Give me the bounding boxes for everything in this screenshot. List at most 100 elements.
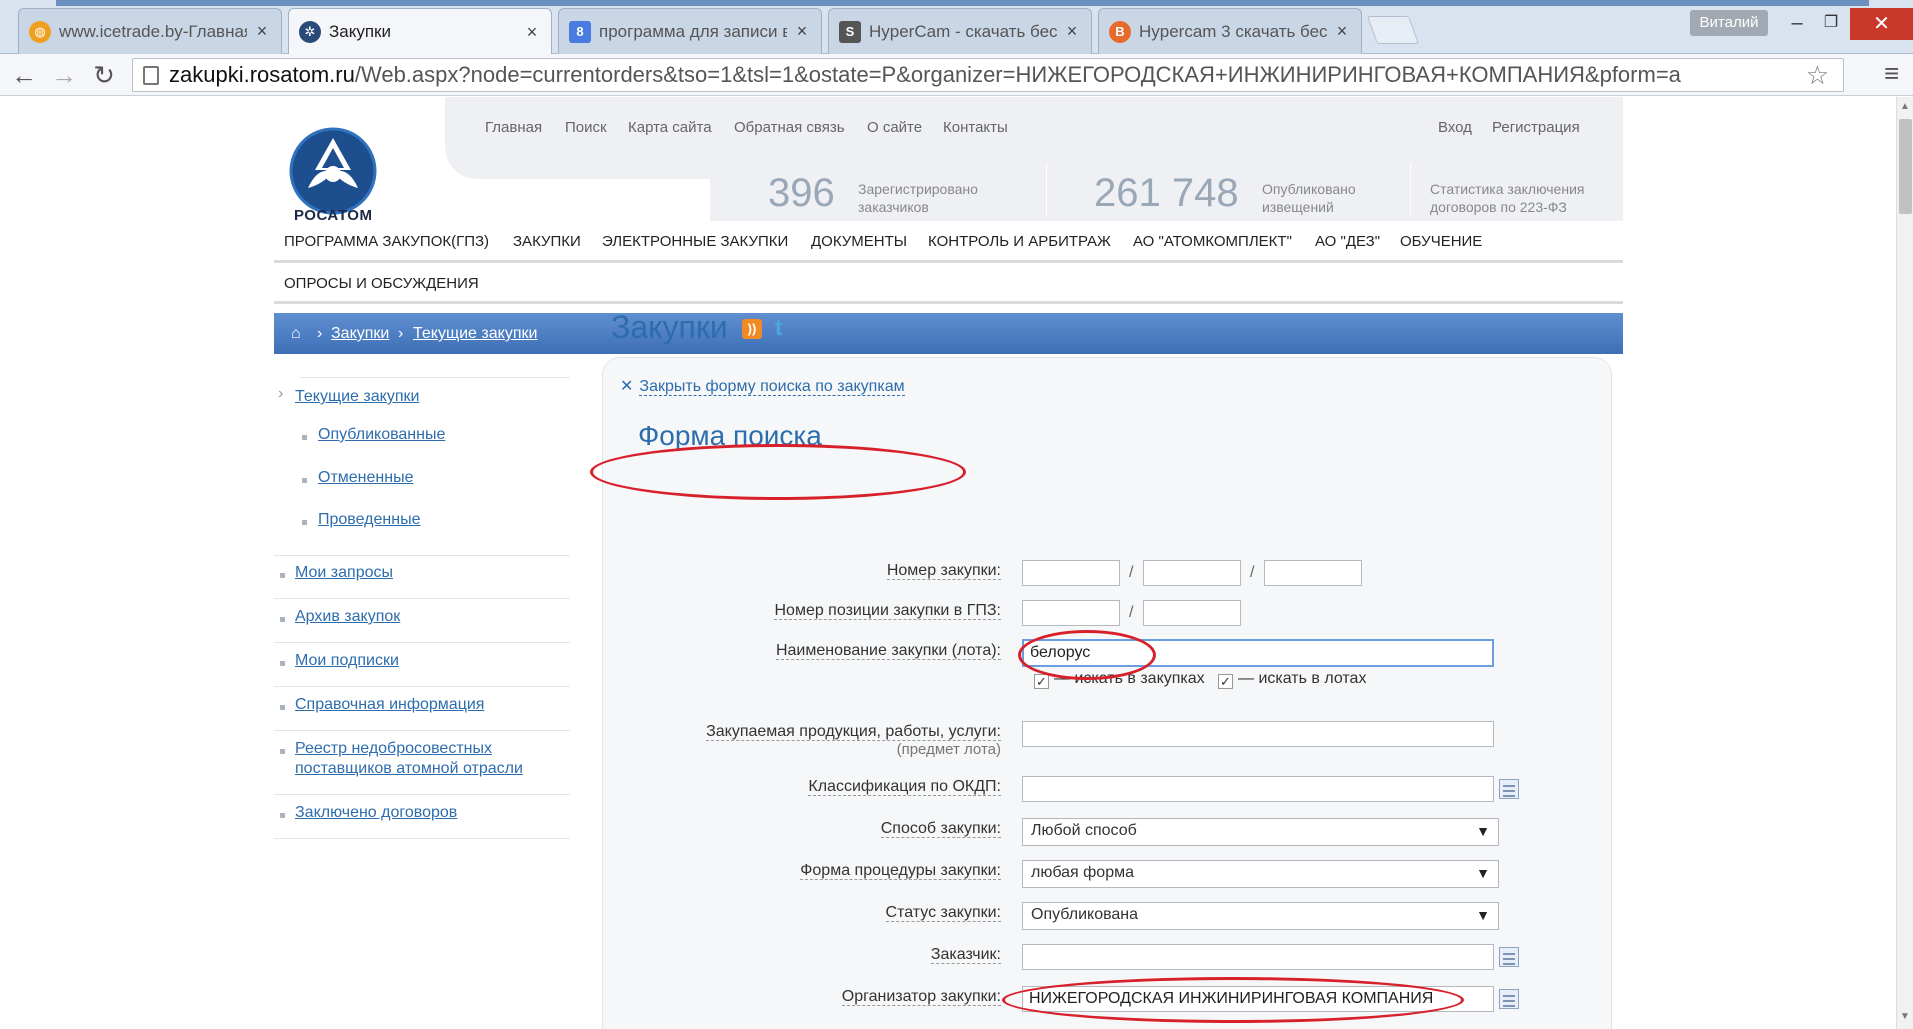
address-bar[interactable]: zakupki.rosatom.ru/Web.aspx?node=current… (132, 58, 1844, 92)
bookmark-star-icon[interactable]: ☆ (1806, 59, 1829, 91)
bullet-icon (280, 749, 285, 754)
close-icon[interactable]: ✕ (620, 378, 633, 395)
customer-input[interactable] (1022, 944, 1494, 970)
reload-icon[interactable]: ↻ (88, 60, 120, 90)
dropdown-arrow-icon: ▼ (1476, 823, 1490, 839)
topnav-home[interactable]: Главная (485, 119, 542, 136)
plan-position-part2-input[interactable] (1143, 600, 1241, 626)
url-path: /Web.aspx?node=currentorders&tso=1&tsl=1… (354, 62, 1681, 87)
browser-tab-program[interactable]: 8 программа для записи в × (558, 8, 822, 54)
browser-tab-hypercam3[interactable]: B Hypercam 3 скачать бесп × (1098, 8, 1362, 54)
topnav-search[interactable]: Поиск (565, 119, 607, 136)
browser-menu-icon[interactable]: ≡ (1884, 58, 1906, 88)
breadcrumb-current[interactable]: Текущие закупки (413, 325, 537, 343)
scroll-down-icon[interactable]: ▼ (1900, 1011, 1910, 1022)
menu-surveys[interactable]: ОПРОСЫ И ОБСУЖДЕНИЯ (284, 275, 479, 292)
sidebar-item-reference[interactable]: Справочная информация (295, 696, 484, 714)
search-in-lots-checkbox[interactable]: ✓ (1218, 674, 1233, 689)
rss-icon[interactable]: )) (742, 319, 762, 339)
menu-procurement-program[interactable]: ПРОГРАММА ЗАКУПОК(ГПЗ) (284, 233, 489, 250)
sidebar-item-my-requests[interactable]: Мои запросы (295, 564, 393, 582)
scroll-up-icon[interactable]: ▲ (1900, 101, 1910, 112)
close-search-form-link[interactable]: ✕ Закрыть форму поиска по закупкам (620, 376, 905, 396)
sidebar-item-unreliable-suppliers[interactable]: Реестр недобросовестных (295, 740, 492, 758)
breadcrumb-link[interactable]: Текущие закупки (413, 325, 537, 342)
register-link[interactable]: Регистрация (1492, 119, 1580, 136)
login-link[interactable]: Вход (1438, 119, 1472, 136)
scrollbar-thumb[interactable] (1899, 119, 1912, 214)
sidebar-item-unreliable-suppliers-line2[interactable]: поставщиков атомной отрасли (295, 760, 523, 778)
tab-close-icon[interactable]: × (1333, 21, 1351, 42)
back-arrow-icon[interactable]: ← (8, 60, 40, 90)
menu-purchases[interactable]: ЗАКУПКИ (513, 233, 581, 250)
menu-control-arbitration[interactable]: КОНТРОЛЬ И АРБИТРАЖ (928, 233, 1111, 250)
browser-tab-zakupki[interactable]: ✲ Закупки × (288, 8, 552, 55)
new-tab-button[interactable] (1366, 16, 1420, 44)
menu-documents[interactable]: ДОКУМЕНТЫ (811, 233, 907, 250)
status-label: Статус закупки: (641, 904, 1001, 922)
browser-tab-hypercam[interactable]: S HyperCam - скачать бесп × (828, 8, 1092, 54)
tab-close-icon[interactable]: × (793, 21, 811, 42)
window-close-icon[interactable]: ✕ (1850, 8, 1913, 40)
sidebar-item-published[interactable]: Опубликованные (318, 426, 445, 444)
label-text: Форма процедуры закупки: (800, 862, 1001, 880)
sidebar-item-archive[interactable]: Архив закупок (295, 608, 400, 626)
browser-tabstrip: ◍ www.icetrade.by-Главная × ✲ Закупки × … (0, 0, 1913, 55)
menu-dez[interactable]: АО "ДЕЗ" (1315, 233, 1380, 250)
menu-divider (274, 260, 1623, 263)
okdp-catalog-icon[interactable] (1499, 779, 1519, 799)
forward-arrow-icon[interactable]: → (48, 60, 80, 90)
contract-stats-link[interactable]: Статистика заключения договоров по 223-Ф… (1430, 180, 1584, 216)
organizer-catalog-icon[interactable] (1499, 989, 1519, 1009)
browser-toolbar: ← → ↻ zakupki.rosatom.ru/Web.aspx?node=c… (0, 54, 1913, 96)
home-icon[interactable]: ⌂ (291, 325, 301, 343)
tab-close-icon[interactable]: × (1063, 21, 1081, 42)
stat-label-line: извещений (1262, 199, 1334, 215)
menu-atomkomplekt[interactable]: АО "АТОМКОМПЛЕКТ" (1133, 233, 1292, 250)
sidebar-item-subscriptions[interactable]: Мои подписки (295, 652, 399, 670)
tab-label: HyperCam - скачать бесп (869, 21, 1057, 41)
sidebar-item-contracts[interactable]: Заключено договоров (295, 804, 457, 822)
method-select[interactable]: Любой способ ▼ (1022, 818, 1499, 846)
icetrade-favicon-icon: ◍ (29, 20, 51, 43)
search-in-lots-label: — искать в лотах (1238, 670, 1367, 687)
sidebar-item-cancelled[interactable]: Отмененные (318, 469, 413, 487)
menu-training[interactable]: ОБУЧЕНИЕ (1400, 233, 1482, 250)
restore-icon[interactable]: ❐ (1816, 8, 1846, 38)
url-host: zakupki.rosatom.ru (169, 62, 355, 87)
topnav-contacts[interactable]: Контакты (943, 119, 1008, 136)
purchase-number-part2-input[interactable] (1143, 560, 1241, 586)
topnav-sitemap[interactable]: Карта сайта (628, 119, 712, 136)
close-search-form-label[interactable]: Закрыть форму поиска по закупкам (639, 378, 905, 396)
status-select[interactable]: Опубликована ▼ (1022, 902, 1499, 930)
breadcrumb-link[interactable]: Закупки (331, 325, 389, 342)
bullet-icon (302, 478, 307, 483)
separator-slash: / (1129, 604, 1134, 621)
customer-catalog-icon[interactable] (1499, 947, 1519, 967)
annotation-ellipse-close-form (590, 444, 966, 500)
sidebar-divider (274, 555, 570, 556)
twitter-icon[interactable]: t (775, 315, 782, 341)
search-in-purchases-checkbox[interactable]: ✓ (1034, 674, 1049, 689)
notices-count: 261 748 (1094, 171, 1239, 215)
product-label: Закупаемая продукция, работы, услуги: (п… (641, 723, 1001, 758)
product-input[interactable] (1022, 721, 1494, 747)
minimize-icon[interactable]: – (1782, 8, 1812, 38)
procedure-form-select[interactable]: любая форма ▼ (1022, 860, 1499, 888)
okdp-input[interactable] (1022, 776, 1494, 802)
sidebar-item-completed[interactable]: Проведенные (318, 511, 420, 529)
browser-tab-icetrade[interactable]: ◍ www.icetrade.by-Главная × (18, 8, 282, 54)
topnav-about[interactable]: О сайте (867, 119, 922, 136)
breadcrumb-purchases[interactable]: Закупки (331, 325, 389, 343)
sidebar-item-current[interactable]: Текущие закупки (295, 388, 419, 406)
plan-position-part1-input[interactable] (1022, 600, 1120, 626)
menu-e-purchases[interactable]: ЭЛЕКТРОННЫЕ ЗАКУПКИ (602, 233, 788, 250)
browser-user-button[interactable]: Виталий (1690, 10, 1768, 36)
purchase-number-part1-input[interactable] (1022, 560, 1120, 586)
purchase-number-part3-input[interactable] (1264, 560, 1362, 586)
tab-close-icon[interactable]: × (523, 22, 541, 43)
tab-close-icon[interactable]: × (253, 21, 271, 42)
topnav-feedback[interactable]: Обратная связь (734, 119, 845, 136)
separator-slash: / (1129, 564, 1134, 581)
page-scrollbar[interactable]: ▲ ▼ (1896, 97, 1913, 1029)
